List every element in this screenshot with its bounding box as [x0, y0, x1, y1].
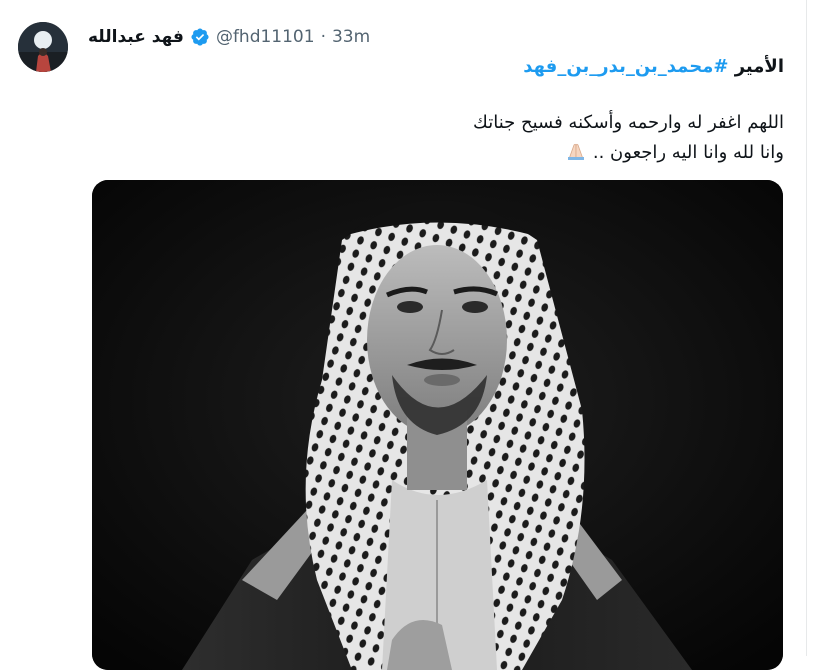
tweet-timestamp[interactable]: 33m	[332, 27, 370, 47]
author-display-name[interactable]: فهد عبدالله	[88, 27, 184, 47]
folded-hands-icon	[568, 143, 585, 160]
separator-dot: ·	[320, 27, 326, 47]
tweet-header: فهد عبدالله @fhd11101 · 33m	[88, 26, 370, 48]
verified-badge-icon[interactable]	[190, 27, 210, 47]
tweet-card[interactable]: فهد عبدالله @fhd11101 · 33m الأمير #محمد…	[0, 0, 806, 670]
tweet-text-line-2: اللهم اغفر له وارحمه وأسكنه فسيح جناتك	[473, 112, 784, 133]
scrollbar-track[interactable]	[807, 0, 819, 656]
author-handle[interactable]: @fhd11101	[216, 27, 315, 47]
avatar-image	[18, 22, 68, 72]
tweet-text-line-3-text: وانا لله وانا اليه راجعون ..	[592, 142, 784, 163]
tweet-text-prefix: الأمير	[734, 56, 784, 77]
portrait-photo	[92, 180, 783, 670]
tweet-text-line-3: وانا لله وانا اليه راجعون ..	[563, 142, 784, 163]
tweet-photo[interactable]	[92, 180, 783, 670]
tweet-text-line-1: الأمير #محمد_بن_بدر_بن_فهد	[523, 56, 784, 77]
hashtag-link[interactable]: #محمد_بن_بدر_بن_فهد	[523, 56, 728, 77]
author-avatar[interactable]	[18, 22, 68, 72]
